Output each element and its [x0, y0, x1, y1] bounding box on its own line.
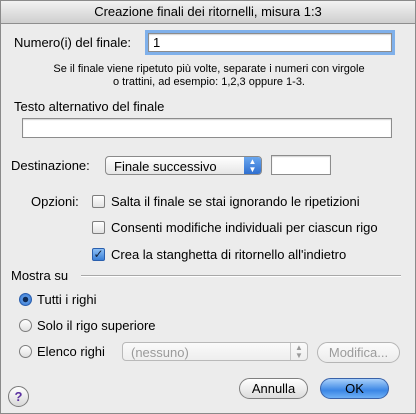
backward-repeat-checkbox[interactable]: ✓: [92, 248, 105, 261]
skip-ending-label: Salta il finale se stai ignorando le rip…: [111, 194, 360, 209]
backward-repeat-label: Crea la stanghetta di ritornello all'ind…: [111, 247, 347, 262]
window-title: Creazione finali dei ritornelli, misura …: [1, 1, 415, 24]
cancel-button[interactable]: Annulla: [239, 378, 308, 399]
all-staves-radio[interactable]: [19, 293, 32, 306]
ending-number-hint-2: o trattini, ad esempio: 1,2,3 oppure 1-3…: [112, 76, 305, 88]
show-on-separator: [81, 275, 401, 277]
individual-edits-label: Consenti modifiche individuali per ciasc…: [111, 220, 378, 235]
ending-number-hint-1: Se il finale viene ripetuto più volte, s…: [53, 63, 365, 75]
staff-list-selected: (nessuno): [131, 345, 189, 360]
popup-arrows-icon: ▲ ▼: [244, 157, 261, 174]
options-label: Opzioni:: [31, 194, 79, 209]
dialog-window: Creazione finali dei ritornelli, misura …: [0, 0, 416, 414]
destination-selected: Finale successivo: [114, 159, 217, 174]
staff-list-label: Elenco righi: [37, 344, 105, 359]
help-button[interactable]: ?: [8, 386, 29, 407]
staff-list-popup[interactable]: (nessuno) ▲ ▼: [122, 342, 308, 361]
popup-arrows-icon: ▲ ▼: [290, 343, 307, 360]
top-staff-radio[interactable]: [19, 319, 32, 332]
destination-label: Destinazione:: [11, 158, 90, 173]
alt-text-label: Testo alternativo del finale: [14, 99, 165, 114]
all-staves-label: Tutti i righi: [37, 292, 97, 307]
alt-text-input[interactable]: [22, 118, 392, 138]
destination-measure-input[interactable]: [271, 155, 331, 175]
ending-number-label: Numero(i) del finale:: [14, 35, 132, 50]
edit-staff-list-button[interactable]: Modifica...: [317, 342, 400, 363]
ok-button[interactable]: OK: [320, 378, 389, 399]
show-on-label: Mostra su: [11, 268, 69, 283]
staff-list-radio[interactable]: [19, 345, 32, 358]
destination-popup[interactable]: Finale successivo ▲ ▼: [105, 156, 262, 175]
top-staff-label: Solo il rigo superiore: [37, 318, 156, 333]
individual-edits-checkbox[interactable]: [92, 221, 105, 234]
skip-ending-checkbox[interactable]: [92, 195, 105, 208]
ending-number-input[interactable]: 1: [145, 30, 395, 55]
